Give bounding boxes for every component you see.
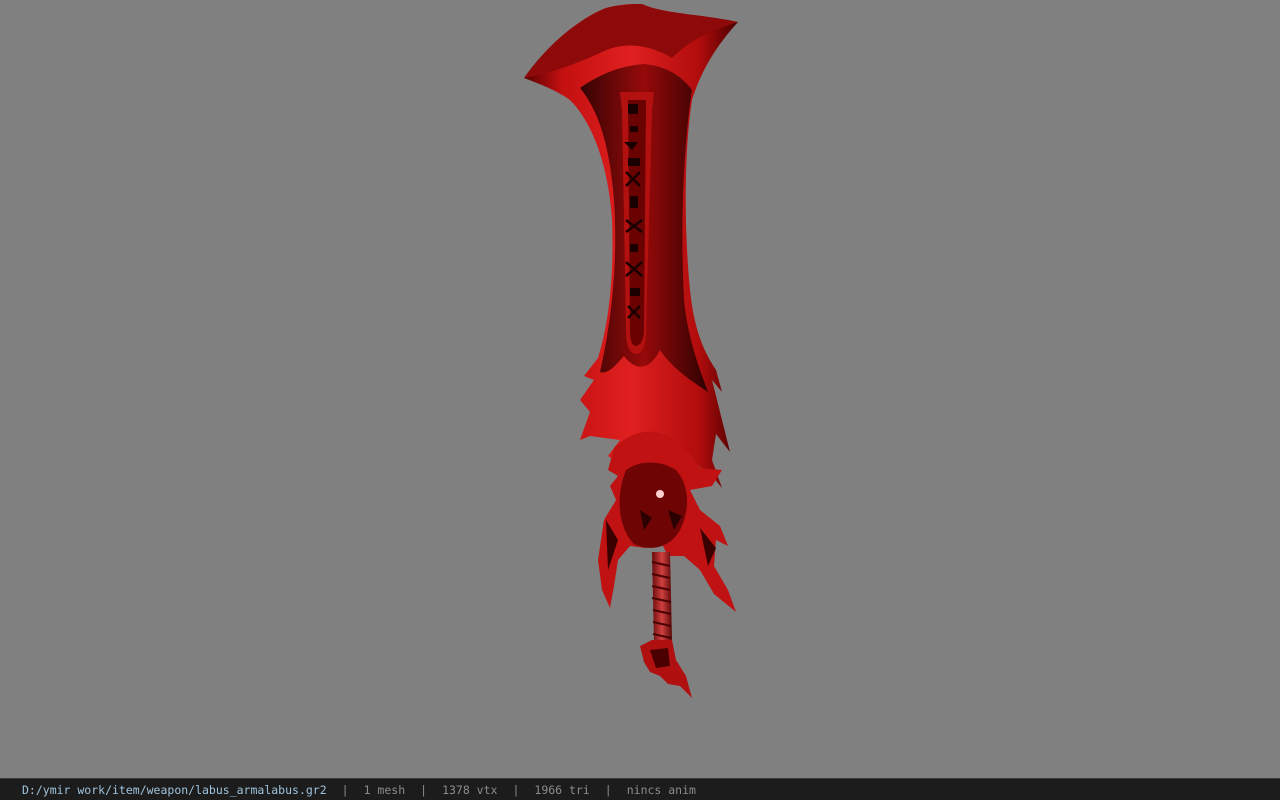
separator: | — [341, 782, 349, 797]
sword-model — [524, 4, 738, 698]
3d-viewport[interactable] — [0, 0, 1280, 778]
mesh-count: 1 mesh — [363, 782, 406, 797]
separator: | — [512, 782, 520, 797]
separator: | — [420, 782, 428, 797]
status-bar: D:/ymir work/item/weapon/labus_armalabus… — [0, 778, 1280, 800]
triangle-count: 1966 tri — [534, 782, 590, 797]
anim-status: nincs anim — [626, 782, 696, 797]
separator: | — [604, 782, 612, 797]
hilt-gem — [656, 490, 664, 498]
vertex-count: 1378 vtx — [442, 782, 498, 797]
file-path: D:/ymir work/item/weapon/labus_armalabus… — [22, 782, 327, 797]
